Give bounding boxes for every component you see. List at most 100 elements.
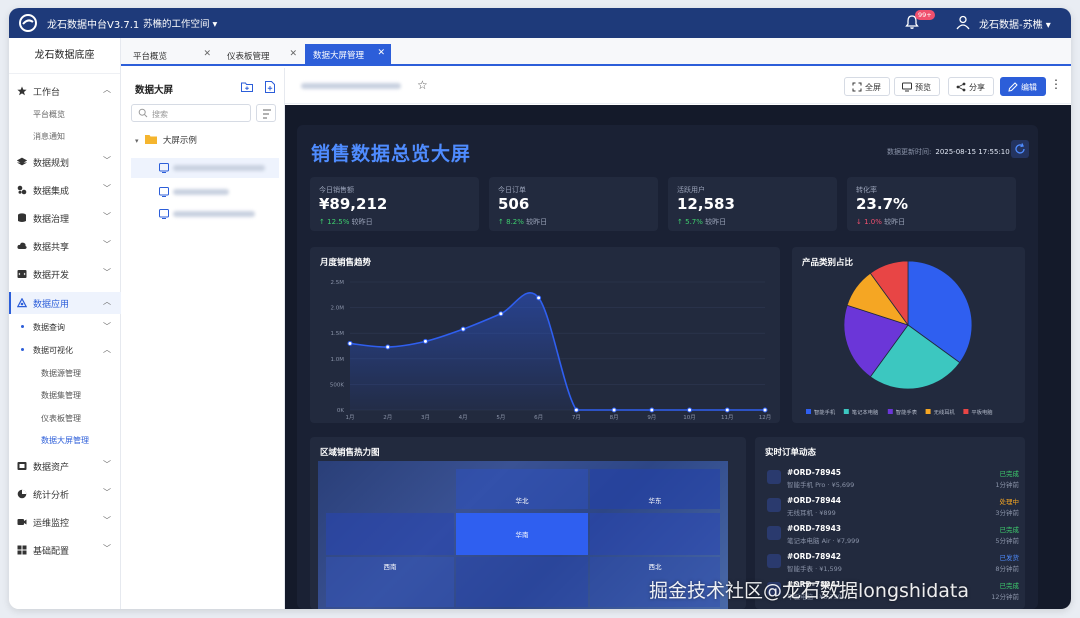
cart-icon [767, 554, 781, 568]
app-window: 龙石数据中台V3.7.1 苏樵的工作空间 ▾ 99+ 龙石数据-苏樵 ▾ 龙石数… [9, 8, 1071, 609]
screen-icon [159, 209, 169, 219]
order-row[interactable]: #ORD-78943 笔记本电脑 Air · ¥7,999 已完成 5分钟前 [763, 521, 1025, 549]
sort-button[interactable] [256, 104, 276, 122]
update-time-value: 2025-08-15 17:55:10 [935, 148, 1010, 156]
order-row[interactable]: #ORD-78944 无线耳机 · ¥899 处理中 3分钟前 [763, 493, 1025, 521]
sidebar-item-integration[interactable]: 数据集成 ﹀ [9, 179, 121, 201]
order-status: 已发货 [999, 554, 1020, 562]
sidebar-sub-dataset[interactable]: 数据集管理 [9, 385, 121, 405]
fullscreen-icon [852, 82, 862, 92]
y-tick-label: 500K [330, 382, 344, 388]
sidebar-sub-bigscreen[interactable]: 数据大屏管理 [9, 430, 121, 450]
share-button[interactable]: 分享 [948, 77, 994, 96]
chevron-up-icon: ︿ [103, 345, 111, 354]
sidebar-sub-label: 数据源管理 [41, 369, 81, 378]
sidebar-item-label: 数据应用 [33, 300, 70, 310]
fullscreen-button[interactable]: 全屏 [844, 77, 890, 96]
x-tick-label: 1月 [346, 414, 355, 421]
order-time: 1分钟前 [995, 481, 1019, 489]
update-time-label: 数据更新时间: [887, 148, 932, 156]
heatmap-cell-south[interactable]: 华南 [456, 513, 588, 555]
sidebar-item-assets[interactable]: 数据资产 ﹀ [9, 455, 121, 477]
heatmap-cell-west-top[interactable] [326, 513, 454, 555]
sidebar-item-statistics[interactable]: 统计分析 ﹀ [9, 483, 121, 505]
arrow-up-icon: ↑ [498, 218, 504, 226]
sidebar-item-development[interactable]: 数据开发 ﹀ [9, 263, 121, 285]
legend-swatch [806, 409, 811, 414]
sidebar-sub-messages[interactable]: 消息通知 [9, 126, 121, 146]
heatmap-cell-southwest[interactable]: 西南 [326, 557, 454, 607]
workspace-selector[interactable]: 苏樵的工作空间 ▾ [143, 16, 217, 30]
chevron-up-icon: ︿ [103, 85, 111, 94]
legend-label: 笔记本电脑 [852, 408, 879, 416]
order-status: 已完成 [999, 582, 1020, 590]
order-id: #ORD-78944 [787, 496, 842, 505]
legend-label: 平板电脑 [971, 408, 992, 416]
tab-bigscreen[interactable]: 数据大屏管理 ✕ [305, 44, 391, 66]
chevron-down-icon: ﹀ [103, 240, 111, 249]
add-folder-icon[interactable] [241, 81, 253, 93]
sidebar-item-application[interactable]: 数据应用 ︿ [9, 292, 121, 314]
tree-leaf[interactable] [131, 182, 279, 202]
tree-leaf-selected[interactable] [131, 158, 279, 178]
sidebar-item-workbench[interactable]: 工作台 ︿ [9, 80, 121, 102]
search-placeholder: 搜索 [152, 110, 168, 119]
content-area: ☆ 全屏 预览 分享 编辑 ⋮ 销售数据总览大屏 数据更新时间: 2025-08… [285, 68, 1071, 609]
tab-dashboard[interactable]: 仪表板管理 ✕ [219, 45, 303, 66]
folder-label: 大屏示例 [162, 136, 197, 146]
heatmap-cell-east[interactable]: 华东 [590, 469, 720, 509]
legend-swatch [925, 409, 931, 414]
chevron-down-icon: ﹀ [103, 184, 111, 193]
bigscreen-preview: 销售数据总览大屏 数据更新时间: 2025-08-15 17:55:10 今日销售… [285, 105, 1071, 609]
favorite-star-icon[interactable]: ☆ [417, 78, 428, 92]
sidebar-sub-query[interactable]: 数据查询 ﹀ [9, 317, 121, 337]
close-icon[interactable]: ✕ [377, 48, 385, 58]
kpi-delta-value: 5.7% [685, 218, 703, 226]
close-icon[interactable]: ✕ [289, 49, 297, 59]
code-icon [17, 270, 27, 278]
kpi-delta: ↑ 8.2% 较昨日 [498, 217, 547, 227]
sidebar-item-config[interactable]: 基础配置 ﹀ [9, 539, 121, 561]
chevron-down-icon: ﹀ [103, 156, 111, 165]
sidebar-item-monitoring[interactable]: 运维监控 ﹀ [9, 511, 121, 533]
pie-icon [17, 489, 27, 499]
share-icon [956, 82, 966, 92]
edit-button[interactable]: 编辑 [1000, 77, 1046, 96]
sidebar-sub-dashboard[interactable]: 仪表板管理 [9, 408, 121, 428]
close-icon[interactable]: ✕ [203, 49, 211, 59]
data-point [573, 407, 579, 413]
sidebar-item-planning[interactable]: 数据规划 ﹀ [9, 151, 121, 173]
kpi-delta: ↑ 12.5% 较昨日 [319, 217, 373, 227]
x-tick-label: 5月 [496, 414, 505, 421]
tree-search-input[interactable]: 搜索 [131, 104, 251, 122]
kpi-delta: ↓ 1.0% 较昨日 [856, 217, 905, 227]
user-menu[interactable]: 龙石数据-苏樵 ▾ [979, 16, 1051, 31]
sidebar-sub-datasource[interactable]: 数据源管理 [9, 363, 121, 383]
order-row[interactable]: #ORD-78945 智能手机 Pro · ¥5,699 已完成 1分钟前 [763, 465, 1025, 493]
sidebar-sub-visualization[interactable]: 数据可视化 ︿ [9, 340, 121, 360]
chevron-down-icon: ﹀ [103, 488, 111, 497]
caret-down-icon: ▾ [1045, 20, 1051, 31]
heatmap-cell-center[interactable] [456, 557, 588, 607]
layers-icon [17, 157, 27, 166]
preview-button[interactable]: 预览 [894, 77, 940, 96]
refresh-button[interactable] [1011, 140, 1029, 158]
heatmap-cell-north[interactable]: 华北 [456, 469, 588, 509]
sidebar-item-sharing[interactable]: 数据共享 ﹀ [9, 235, 121, 257]
more-vertical-icon[interactable]: ⋮ [1050, 77, 1062, 91]
cart-icon [767, 470, 781, 484]
x-tick-label: 4月 [459, 414, 468, 421]
tree-leaf[interactable] [131, 204, 279, 224]
y-tick-label: 1.5M [331, 331, 345, 337]
monthly-trend-chart: 0K 500K 1.0M 1.5M 2.0M 2.5M 1月 2月 3月 4月 5月 6月 7月 8月 9月… [330, 280, 771, 421]
button-label: 全屏 [865, 83, 881, 92]
tree-folder[interactable]: ▾ 大屏示例 [135, 134, 197, 146]
sidebar-item-governance[interactable]: 数据治理 ﹀ [9, 207, 121, 229]
x-tick-label: 8月 [610, 414, 619, 421]
kpi-label: 今日订单 [498, 186, 526, 194]
heatmap-cell-mid[interactable] [590, 513, 720, 555]
order-row[interactable]: #ORD-78942 智能手表 · ¥1,599 已发货 8分钟前 [763, 549, 1025, 577]
tab-overview[interactable]: 平台概览 ✕ [125, 45, 217, 66]
sidebar-sub-overview[interactable]: 平台概览 [9, 104, 121, 124]
add-file-icon[interactable] [264, 81, 276, 93]
